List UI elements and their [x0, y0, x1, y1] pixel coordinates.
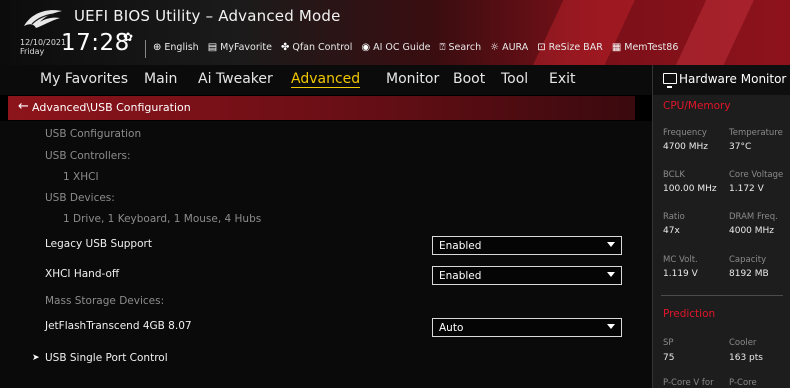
xhci-hand-off-value: Enabled: [439, 270, 482, 282]
chevron-down-icon: [607, 242, 615, 247]
xhci-hand-off-select[interactable]: Enabled: [432, 266, 622, 285]
usb-controllers-label: USB Controllers:: [45, 150, 131, 162]
top-toolbar: ⊕ English ▤ MyFavorite ✤ Qfan Control ◉ …: [153, 42, 678, 53]
core-voltage-value: 1.172 V: [729, 184, 764, 194]
toolbar-label: ReSize BAR: [548, 42, 603, 53]
capacity-value: 8192 MB: [729, 269, 769, 279]
tab-monitor[interactable]: Monitor: [386, 71, 439, 87]
core-voltage-label: Core Voltage: [729, 170, 784, 180]
pcore-label: P-Core: [729, 378, 757, 388]
bclk-value: 100.00 MHz: [663, 184, 717, 194]
ratio-label: Ratio: [663, 212, 685, 222]
capacity-label: Capacity: [729, 255, 767, 265]
title-bar: UEFI BIOS Utility – Advanced Mode 12/10/…: [0, 0, 790, 65]
tab-exit[interactable]: Exit: [549, 71, 576, 87]
chevron-down-icon: [607, 272, 615, 277]
usb-devices-value: 1 Drive, 1 Keyboard, 1 Mouse, 4 Hubs: [63, 213, 262, 225]
toolbar-memtest-button[interactable]: ▦ MemTest86: [612, 42, 679, 53]
jetflash-value: Auto: [439, 322, 464, 334]
usb-configuration-heading: USB Configuration: [45, 128, 142, 140]
toolbar-ai-oc-button[interactable]: ◉ AI OC Guide: [361, 42, 430, 53]
gear-icon[interactable]: ✿: [123, 30, 133, 44]
bclk-label: BCLK: [663, 170, 685, 180]
aura-icon: ☼: [490, 42, 500, 53]
jetflash-label: JetFlashTranscend 4GB 8.07: [45, 320, 192, 332]
legacy-usb-support-value: Enabled: [439, 240, 482, 252]
date-text: 12/10/2021: [20, 38, 67, 47]
settings-panel: USB Configuration USB Controllers: 1 XHC…: [0, 121, 652, 388]
tab-my-favorites[interactable]: My Favorites: [40, 71, 128, 87]
tab-advanced[interactable]: Advanced: [291, 71, 361, 88]
prediction-section-title: Prediction: [663, 308, 716, 320]
resize-bar-icon: ⊡: [537, 42, 546, 53]
section-divider: [661, 295, 783, 296]
tab-boot[interactable]: Boot: [453, 71, 485, 87]
fan-icon: ✤: [280, 42, 290, 53]
chevron-right-icon: ➤: [32, 353, 40, 363]
tab-main[interactable]: Main: [144, 71, 177, 87]
tab-ai-tweaker[interactable]: Ai Tweaker: [198, 71, 273, 87]
toolbar-label: MyFavorite: [220, 42, 272, 53]
legacy-usb-support-label: Legacy USB Support: [45, 238, 152, 250]
monitor-icon: [663, 73, 677, 88]
memtest-icon: ▦: [611, 42, 622, 53]
sp-value: 75: [663, 353, 675, 363]
app-title: UEFI BIOS Utility – Advanced Mode: [74, 7, 341, 25]
clock-display: 17:28: [61, 30, 130, 56]
toolbar-label: English: [164, 42, 199, 53]
date-display: 12/10/2021 Friday: [20, 38, 66, 56]
sp-label: SP: [663, 338, 674, 348]
pcore-v-for-label: P-Core V for: [663, 378, 714, 388]
ratio-value: 47x: [663, 226, 680, 236]
jetflash-select[interactable]: Auto: [432, 318, 622, 337]
breadcrumb: ← Advanced\USB Configuration: [8, 96, 635, 120]
toolbar-aura-button[interactable]: ☼ AURA: [490, 42, 528, 53]
cpu-memory-section-title: CPU/Memory: [663, 100, 731, 112]
ai-oc-icon: ◉: [361, 42, 371, 53]
rog-logo-icon: [24, 10, 62, 28]
mass-storage-label: Mass Storage Devices:: [45, 295, 165, 307]
temperature-label: Temperature: [729, 128, 783, 138]
xhci-hand-off-label: XHCI Hand-off: [45, 268, 120, 280]
toolbar-label: Search: [448, 42, 482, 53]
usb-controllers-value: 1 XHCI: [63, 171, 99, 183]
frequency-value: 4700 MHz: [663, 142, 709, 152]
toolbar-search-button[interactable]: ⍰ Search: [439, 42, 481, 53]
toolbar-language-button[interactable]: ⊕ English: [153, 42, 199, 53]
favorites-icon: ▤: [207, 42, 218, 53]
tab-tool[interactable]: Tool: [501, 71, 528, 87]
globe-icon: ⊕: [153, 42, 162, 53]
legacy-usb-support-select[interactable]: Enabled: [432, 236, 622, 255]
dram-freq-value: 4000 MHz: [729, 226, 775, 236]
mc-volt-label: MC Volt.: [663, 255, 698, 265]
toolbar-divider: [145, 40, 146, 58]
search-icon: ⍰: [439, 42, 446, 53]
frequency-label: Frequency: [663, 128, 707, 138]
toolbar-label: Qfan Control: [292, 42, 353, 53]
chevron-down-icon: [607, 324, 615, 329]
toolbar-qfan-button[interactable]: ✤ Qfan Control: [281, 42, 352, 53]
toolbar-label: AI OC Guide: [373, 42, 431, 53]
toolbar-label: MemTest86: [624, 42, 679, 53]
hardware-monitor-title: Hardware Monitor: [679, 72, 787, 86]
main-menu-bar: My Favorites Main Ai Tweaker Advanced Mo…: [0, 65, 652, 95]
hardware-monitor-panel: Hardware Monitor CPU/Memory Frequency 47…: [652, 65, 790, 388]
usb-devices-label: USB Devices:: [45, 192, 115, 204]
toolbar-label: AURA: [502, 42, 529, 53]
hardware-monitor-header: Hardware Monitor: [653, 65, 790, 95]
day-text: Friday: [20, 47, 45, 56]
cooler-label: Cooler: [729, 338, 757, 348]
dram-freq-label: DRAM Freq.: [729, 212, 778, 222]
temperature-value: 37°C: [729, 142, 752, 152]
cooler-value: 163 pts: [729, 353, 763, 363]
breadcrumb-path: Advanced\USB Configuration: [32, 101, 191, 114]
usb-single-port-control-link[interactable]: USB Single Port Control: [45, 352, 168, 364]
back-arrow-icon[interactable]: ←: [18, 99, 29, 114]
toolbar-myfavorite-button[interactable]: ▤ MyFavorite: [208, 42, 272, 53]
toolbar-resize-bar-button[interactable]: ⊡ ReSize BAR: [537, 42, 603, 53]
mc-volt-value: 1.119 V: [663, 269, 698, 279]
